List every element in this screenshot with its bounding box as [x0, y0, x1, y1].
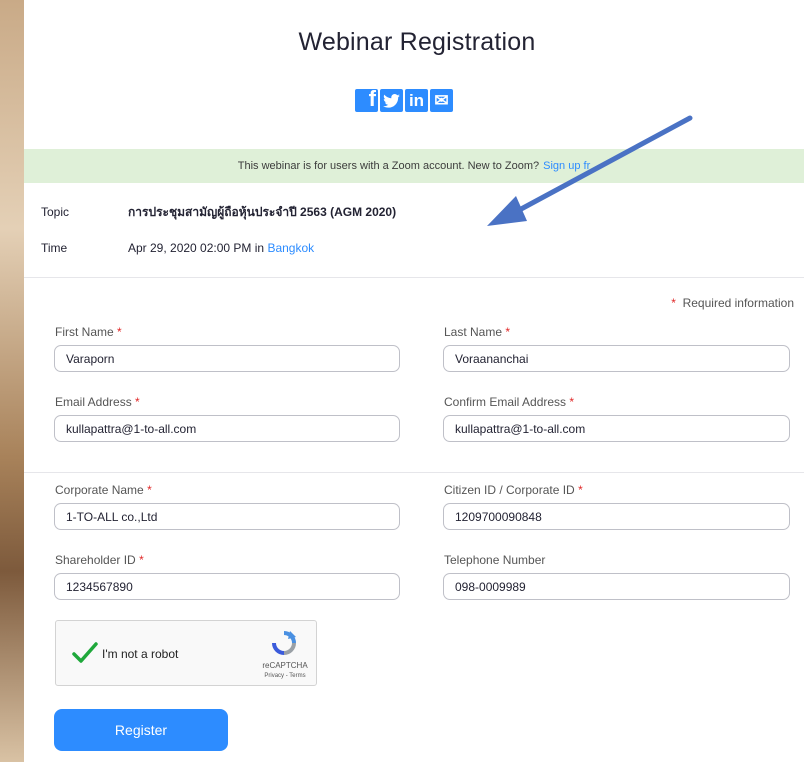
telephone-label: Telephone Number — [444, 553, 546, 567]
topic-row: Topic การประชุมสามัญผู้ถือหุ้นประจำปี 256… — [41, 203, 396, 222]
last-name-field[interactable]: Voraananchai — [443, 345, 790, 372]
telephone-field[interactable]: 098-0009989 — [443, 573, 790, 600]
corporate-name-label-text: Corporate Name — [55, 483, 144, 497]
divider — [24, 472, 804, 473]
shareholder-id-label-text: Shareholder ID — [55, 553, 136, 567]
page-title: Webinar Registration — [298, 28, 536, 56]
required-star: * — [147, 483, 152, 497]
recaptcha-brand: reCAPTCHA — [262, 661, 308, 670]
first-name-label: First Name * — [55, 325, 122, 339]
required-star: * — [139, 553, 144, 567]
email-label-text: Email Address — [55, 395, 132, 409]
recaptcha-label: I'm not a robot — [102, 647, 179, 661]
required-star: * — [117, 325, 122, 339]
time-label: Time — [41, 241, 68, 255]
citizen-id-field[interactable]: 1209700090848 — [443, 503, 790, 530]
email-icon[interactable]: ✉ — [430, 89, 453, 112]
registration-card: Webinar Registration f in ✉ This webinar… — [24, 0, 810, 762]
social-share-bar: f in ✉ — [355, 86, 453, 112]
recaptcha-widget: I'm not a robot reCAPTCHA Privacy - Term… — [55, 620, 317, 686]
citizen-id-label: Citizen ID / Corporate ID * — [444, 483, 583, 497]
first-name-field[interactable]: Varaporn — [54, 345, 400, 372]
shareholder-id-field[interactable]: 1234567890 — [54, 573, 400, 600]
recaptcha-logo-icon — [272, 631, 296, 655]
time-value: Apr 29, 2020 02:00 PM in — [128, 241, 265, 255]
recaptcha-links[interactable]: Privacy - Terms — [256, 673, 314, 679]
background-photo — [0, 0, 24, 762]
shareholder-id-label: Shareholder ID * — [55, 553, 144, 567]
linkedin-icon[interactable]: in — [405, 89, 428, 112]
last-name-label: Last Name * — [444, 325, 510, 339]
confirm-email-field[interactable]: kullapattra@1-to-all.com — [443, 415, 790, 442]
email-field[interactable]: kullapattra@1-to-all.com — [54, 415, 400, 442]
timezone-link[interactable]: Bangkok — [267, 241, 314, 255]
banner-text: This webinar is for users with a Zoom ac… — [237, 160, 540, 172]
corporate-name-field[interactable]: 1-TO-ALL co.,Ltd — [54, 503, 400, 530]
required-star: * — [569, 395, 575, 409]
required-star: * — [671, 296, 676, 310]
twitter-icon[interactable] — [380, 89, 403, 112]
checkmark-icon[interactable] — [71, 641, 99, 665]
required-star: * — [135, 395, 140, 409]
facebook-icon[interactable]: f — [355, 86, 378, 112]
required-note-text: Required information — [682, 296, 794, 310]
topic-value: การประชุมสามัญผู้ถือหุ้นประจำปี 2563 (AG… — [128, 205, 397, 219]
confirm-email-label: Confirm Email Address * — [444, 395, 574, 409]
required-star: * — [578, 483, 583, 497]
first-name-label-text: First Name — [55, 325, 114, 339]
corporate-name-label: Corporate Name * — [55, 483, 152, 497]
required-note: * Required information — [671, 296, 794, 310]
divider — [24, 277, 804, 278]
citizen-id-label-text: Citizen ID / Corporate ID — [444, 483, 575, 497]
signup-link[interactable]: Sign up fr — [543, 160, 590, 172]
confirm-email-label-text: Confirm Email Address — [444, 395, 567, 409]
register-button[interactable]: Register — [54, 709, 228, 751]
required-star: * — [505, 325, 511, 339]
time-row: Time Apr 29, 2020 02:00 PM in Bangkok — [41, 241, 314, 255]
topic-label: Topic — [41, 205, 70, 219]
email-label: Email Address * — [55, 395, 140, 409]
last-name-label-text: Last Name — [444, 325, 503, 339]
zoom-account-banner: This webinar is for users with a Zoom ac… — [24, 149, 804, 183]
